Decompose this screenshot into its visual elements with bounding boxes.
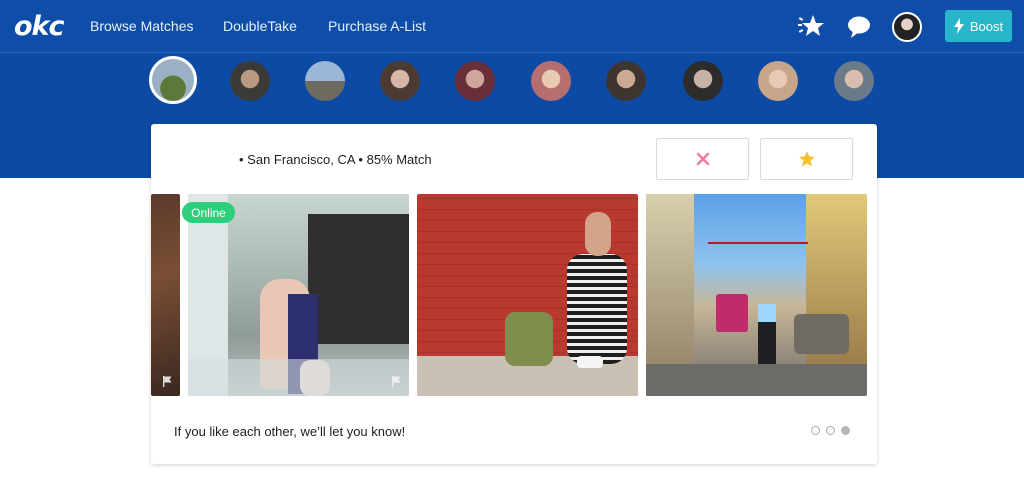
top-navigation-bar: okc Browse Matches DoubleTake Purchase A… bbox=[0, 0, 1024, 52]
nav-browse-matches[interactable]: Browse Matches bbox=[90, 18, 193, 34]
messages-icon[interactable] bbox=[846, 14, 872, 40]
pass-button[interactable] bbox=[656, 138, 749, 180]
pagination-dot[interactable] bbox=[826, 426, 835, 435]
profile-avatar[interactable] bbox=[230, 61, 270, 101]
profile-avatar[interactable] bbox=[758, 61, 798, 101]
like-button[interactable] bbox=[760, 138, 853, 180]
sparkle-star-icon[interactable] bbox=[797, 12, 825, 40]
star-icon bbox=[798, 151, 815, 167]
location-match-summary: • San Francisco, CA • 85% Match bbox=[239, 152, 432, 167]
logo-text: okc bbox=[14, 10, 65, 42]
pagination-dot-active[interactable] bbox=[841, 426, 850, 435]
boost-button[interactable]: Boost bbox=[945, 10, 1012, 42]
flag-icon[interactable] bbox=[162, 376, 172, 387]
pagination-dot[interactable] bbox=[811, 426, 820, 435]
profile-avatar[interactable] bbox=[834, 61, 874, 101]
close-icon bbox=[696, 152, 709, 166]
online-badge: Online bbox=[182, 202, 235, 223]
profile-avatar[interactable] bbox=[531, 61, 571, 101]
profile-avatar[interactable] bbox=[380, 61, 420, 101]
photo[interactable] bbox=[188, 194, 409, 396]
profile-avatar[interactable] bbox=[606, 61, 646, 101]
okc-logo[interactable]: okc bbox=[14, 9, 65, 43]
profile-avatar[interactable] bbox=[683, 61, 723, 101]
carousel-pagination bbox=[811, 426, 850, 435]
user-avatar[interactable] bbox=[892, 12, 922, 42]
nav-doubletake[interactable]: DoubleTake bbox=[223, 18, 297, 34]
photo[interactable] bbox=[646, 194, 867, 396]
profile-avatar[interactable] bbox=[305, 61, 345, 101]
flag-icon[interactable] bbox=[391, 376, 401, 387]
photo[interactable] bbox=[151, 194, 180, 396]
profile-avatar-selected[interactable] bbox=[149, 56, 197, 104]
profile-avatar[interactable] bbox=[455, 61, 495, 101]
match-card: • San Francisco, CA • 85% Match Online I… bbox=[151, 124, 877, 464]
match-hint-text: If you like each other, we’ll let you kn… bbox=[174, 424, 406, 439]
photo[interactable] bbox=[417, 194, 638, 396]
lightning-icon bbox=[953, 18, 964, 34]
boost-label: Boost bbox=[969, 18, 1004, 34]
photo-carousel[interactable]: Online bbox=[151, 194, 877, 396]
nav-purchase-a-list[interactable]: Purchase A-List bbox=[328, 18, 426, 34]
